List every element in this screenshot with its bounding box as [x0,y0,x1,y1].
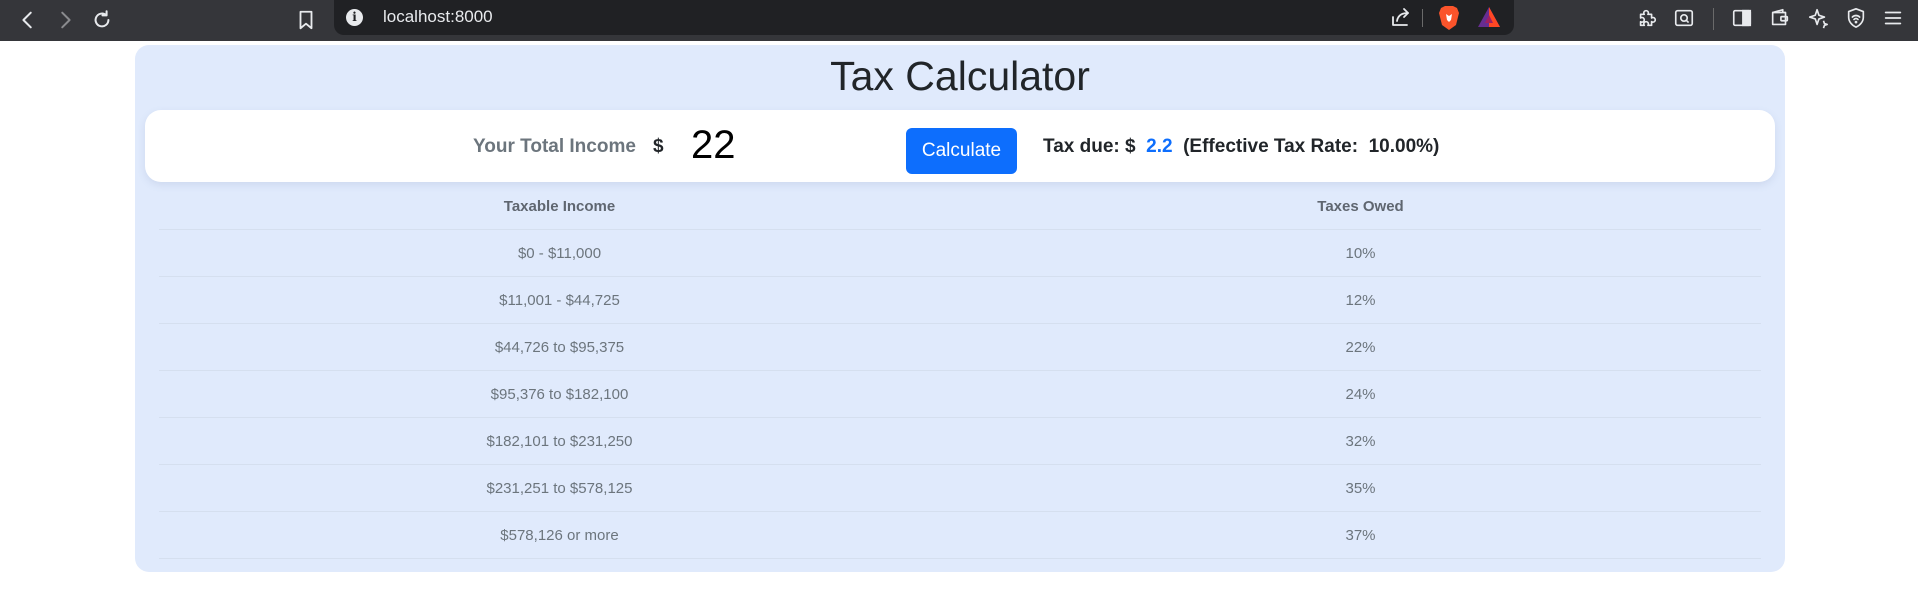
wallet-icon[interactable] [1767,5,1793,31]
column-header-taxes-owed: Taxes Owed [960,183,1761,230]
tax-rate-cell: 10% [960,229,1761,277]
table-row: $578,126 or more 37% [159,511,1761,559]
table-row: $182,101 to $231,250 32% [159,417,1761,465]
reload-icon[interactable] [88,6,116,34]
table-row: $11,001 - $44,725 12% [159,276,1761,324]
brave-shield-icon[interactable] [1437,5,1461,31]
column-header-taxable-income: Taxable Income [159,183,960,230]
sidebar-icon[interactable] [1729,5,1755,31]
address-url[interactable]: localhost:8000 [383,7,493,27]
divider [1422,9,1423,27]
forward-icon[interactable] [51,6,79,34]
tax-due-value: 2.2 [1146,136,1173,157]
table-row: $44,726 to $95,375 22% [159,323,1761,371]
income-input[interactable] [681,122,861,168]
page-title: Tax Calculator [830,53,1090,99]
table-row: $95,376 to $182,100 24% [159,370,1761,418]
tax-rate-cell: 37% [960,511,1761,559]
income-range-cell: $182,101 to $231,250 [159,417,960,465]
tax-rate-cell: 12% [960,276,1761,324]
income-range-cell: $231,251 to $578,125 [159,464,960,512]
browser-toolbar: i localhost:8000 [0,0,1918,41]
tax-calculator-card: Tax Calculator Your Total Income $ Calcu… [135,45,1785,572]
calculate-button[interactable]: Calculate [906,128,1017,174]
share-icon[interactable] [1389,5,1413,29]
tax-rate-cell: 22% [960,323,1761,371]
income-range-cell: $0 - $11,000 [159,229,960,277]
income-label: Your Total Income [473,136,636,157]
bookmark-icon[interactable] [292,6,320,34]
rewards-triangle-icon[interactable] [1477,6,1501,28]
tax-rate-cell: 32% [960,417,1761,465]
income-range-cell: $44,726 to $95,375 [159,323,960,371]
income-range-cell: $578,126 or more [159,511,960,559]
tax-rate-cell: 24% [960,370,1761,418]
address-bar[interactable]: i localhost:8000 [334,0,1514,35]
extensions-icon[interactable] [1634,5,1660,31]
effective-rate-label: (Effective Tax Rate: [1183,136,1359,157]
table-row: $0 - $11,000 10% [159,229,1761,277]
currency-symbol: $ [653,136,664,157]
search-tabs-icon[interactable] [1671,5,1697,31]
tax-result: Tax due: $ 2.2 (Effective Tax Rate: 10.0… [1043,136,1439,158]
back-icon[interactable] [14,6,42,34]
tax-rate-cell: 35% [960,464,1761,512]
menu-icon[interactable] [1880,5,1906,31]
table-row: $231,251 to $578,125 35% [159,464,1761,512]
income-range-cell: $11,001 - $44,725 [159,276,960,324]
effective-rate-value: 10.00%) [1368,136,1440,157]
tax-brackets-table: Taxable Income Taxes Owed $0 - $11,000 1… [159,183,1761,559]
vpn-shield-icon[interactable] [1843,5,1869,31]
leo-ai-icon[interactable] [1805,5,1831,31]
site-info-icon[interactable]: i [346,9,363,26]
tax-due-label: Tax due: $ [1043,136,1136,157]
table-header-row: Taxable Income Taxes Owed [159,183,1761,230]
income-range-cell: $95,376 to $182,100 [159,370,960,418]
divider [1713,8,1714,30]
income-form: Your Total Income $ Calculate Tax due: $… [145,110,1775,182]
